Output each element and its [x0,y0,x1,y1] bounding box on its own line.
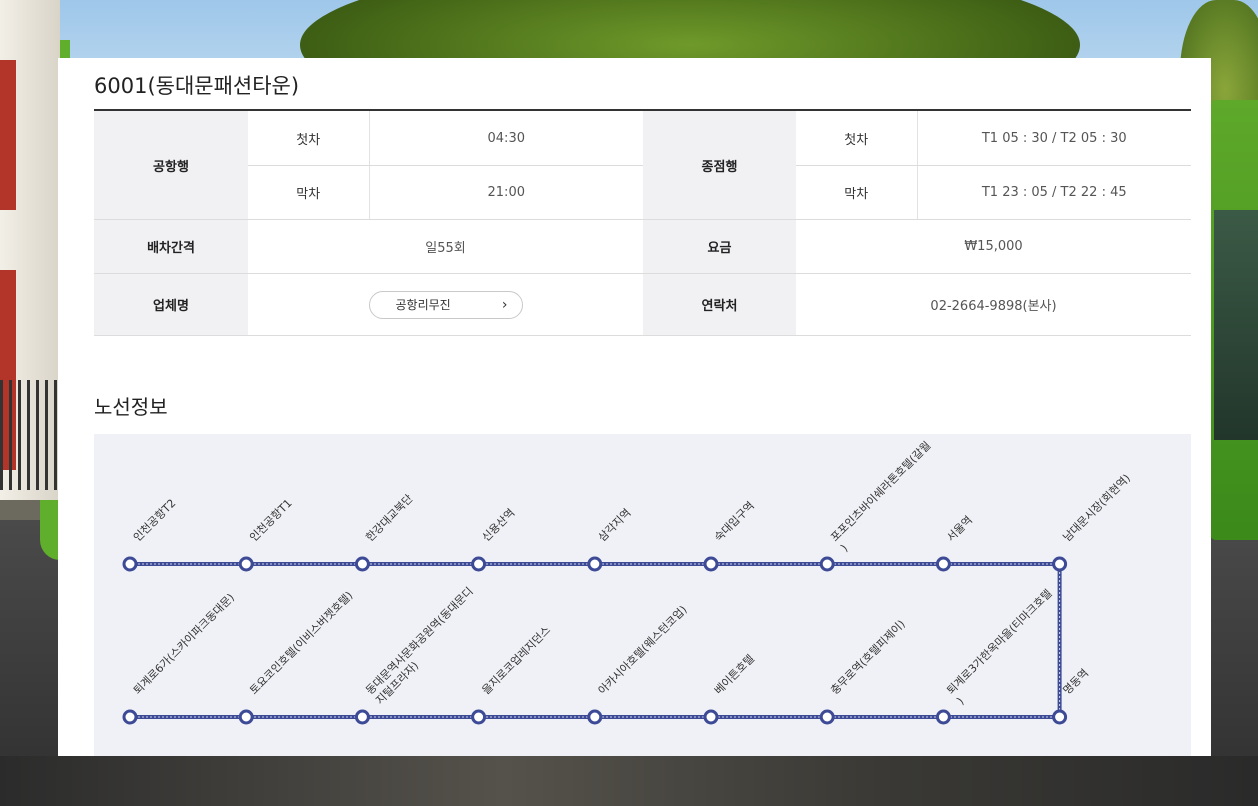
route-stop-dot [935,556,951,572]
route-stop-dot [935,709,951,725]
fare-value: ₩15,000 [796,219,1191,274]
route-stop-label: 을지로코업레지던스 [480,624,554,698]
route-stop-dot [703,709,719,725]
fare-header: 요금 [643,219,796,274]
page-title: 6001(동대문패션타운) [94,74,300,98]
route-stop-dot [122,709,138,725]
contact-value: 02-2664-9898(본사) [796,273,1191,336]
first-bus-label: 첫차 [796,110,917,166]
route-stop-label: 포포인츠바이쉐라톤호텔(갈월 [827,438,933,544]
route-stop-dot [122,556,138,572]
company-cell: 공항리무진 › [248,273,643,336]
table-row: 공항행 첫차 04:30 종점행 첫차 T1 05 : 30 / T2 05 :… [94,110,1191,220]
table-row: 배차간격 일55회 요금 ₩15,000 [94,219,1191,274]
route-stop-dot [819,709,835,725]
airbound-first-time: 04:30 [368,110,643,166]
route-stop-label: 삼각지역 [596,506,634,544]
route-stop-dot [1052,709,1068,725]
company-link-label: 공항리무진 [395,298,451,312]
schedule-table: 공항행 첫차 04:30 종점행 첫차 T1 05 : 30 / T2 05 :… [94,109,1191,336]
company-link-button[interactable]: 공항리무진 › [368,290,523,319]
route-stop-label: 베이튼호텔 [712,652,757,697]
route-stop-label: 서울역 [944,513,975,544]
route-stop-label: 숙대입구역 [712,499,757,544]
last-bus-label: 막차 [796,165,917,220]
route-stop-dot [1052,556,1068,572]
route-stop-label: 토요코인호텔(이비스버젯호텔) [247,589,355,697]
route-stop-label: 퇴계로3가한옥마을(티마크호텔 [944,587,1054,697]
route-stop-dot [238,709,254,725]
airbound-header: 공항행 [94,110,248,220]
route-stop-label-wrap: ) [954,695,966,707]
bus-right [1210,100,1258,540]
terminalbound-header: 종점행 [643,110,796,220]
route-stop-dot [819,556,835,572]
route-stop-dot [354,556,370,572]
table-row: 막차 21:00 막차 T1 23 : 05 / T2 22 : 45 [94,165,1191,220]
company-header: 업체명 [94,273,248,336]
route-stop-dot [238,556,254,572]
airbound-last-time: 21:00 [368,165,643,220]
route-stop-dot [354,709,370,725]
contact-header: 연락처 [643,273,796,336]
bus-window [1214,210,1258,440]
route-stop-label: 신용산역 [480,506,518,544]
content-panel: 6001(동대문패션타운) 공항행 첫차 04:30 종점행 첫차 T1 05 … [58,58,1211,756]
route-stop-label: 동대문역사문화공원역(동대문디 [363,585,475,697]
route-stop-label: 남대문시장(회현역) [1061,472,1134,545]
route-stop-dot [471,556,487,572]
first-bus-label: 첫차 [248,110,369,166]
route-stop-label: 퇴계로6가(스카이파크동대문) [131,591,237,697]
route-stop-dot [587,709,603,725]
road [0,756,1258,806]
table-row: 업체명 공항리무진 › 연락처 02-2664-9898(본사) [94,273,1191,336]
route-stop-dot [471,709,487,725]
route-info-title: 노선정보 [94,395,168,419]
route-stop-dot [587,556,603,572]
interval-header: 배차간격 [94,219,248,274]
chevron-right-icon: › [501,296,508,313]
route-diagram: 인천공항T2 인천공항T1 한강대교북단 신용산역 삼각지역 숙대입구역 포포인츠바이쉐라톤… [122,438,1134,725]
route-stop-label: 충무로역(호텔피제이) [828,617,908,697]
route-stop-label: 인천공항T2 [130,496,178,544]
route-stop-label: 아카시아호텔(웨스턴코업) [596,603,690,697]
terminalbound-last-time: T1 23 : 05 / T2 22 : 45 [916,165,1191,220]
route-stop-label: 인천공항T1 [246,496,294,544]
route-stop-label: 한강대교북단 [363,492,415,544]
fence [0,380,60,490]
last-bus-label: 막차 [248,165,369,220]
route-map: 인천공항T2 인천공항T1 한강대교북단 신용산역 삼각지역 숙대입구역 포포인츠바이쉐라톤… [94,434,1191,756]
route-stop-label: 명동역 [1061,666,1092,697]
interval-value: 일55회 [248,219,643,274]
route-stop-label-wrap: ) [838,542,850,554]
route-stop-dot [703,556,719,572]
terminalbound-first-time: T1 05 : 30 / T2 05 : 30 [916,110,1191,166]
